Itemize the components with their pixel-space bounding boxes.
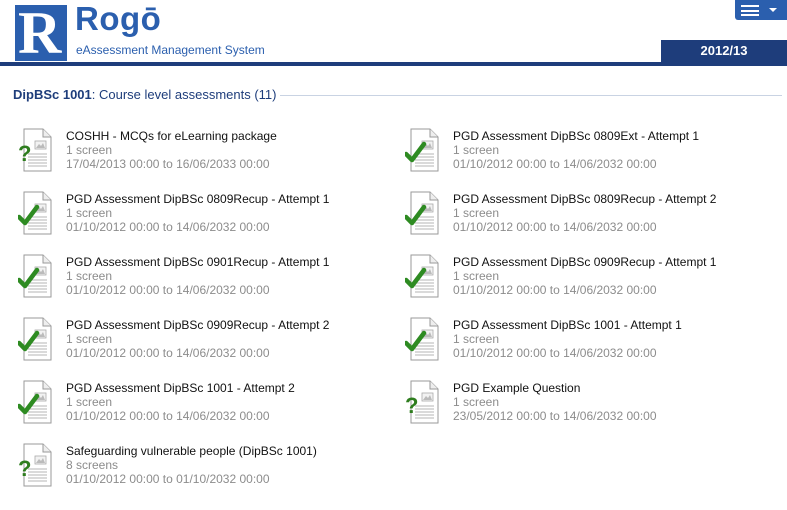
assessment-dates: 01/10/2012 00:00 to 14/06/2032 00:00: [66, 346, 270, 360]
assessment-title[interactable]: PGD Assessment DipBSc 0901Recup - Attemp…: [66, 255, 329, 269]
assessment-item[interactable]: ? PGD Example Question 1 screen 23/05/2012 …: [399, 380, 769, 440]
assessment-title[interactable]: PGD Assessment DipBSc 1001 - Attempt 1: [453, 318, 682, 332]
paper-question-icon: ?: [18, 443, 52, 487]
assessment-screens: 1 screen: [66, 143, 113, 157]
svg-text:?: ?: [405, 393, 418, 418]
assessment-item[interactable]: PGD Assessment DipBSc 1001 - Attempt 11 …: [399, 317, 769, 377]
academic-year-tab[interactable]: 2012/13: [661, 40, 787, 62]
paper-question-icon: ?: [18, 128, 52, 172]
assessment-title[interactable]: PGD Assessment DipBSc 0809Recup - Attemp…: [453, 192, 716, 206]
paper-checked-icon: [403, 254, 439, 298]
assessment-dates: 23/05/2012 00:00 to 14/06/2032 00:00: [453, 409, 657, 423]
assessment-title[interactable]: PGD Example Question: [453, 381, 580, 395]
module-code: DipBSc 1001: [13, 87, 92, 102]
assessment-title[interactable]: Safeguarding vulnerable people (DipBSc 1…: [66, 444, 317, 458]
assessment-title[interactable]: PGD Assessment DipBSc 0809Ext - Attempt …: [453, 129, 699, 143]
assessment-item[interactable]: PGD Assessment DipBSc 0809Recup - Attemp…: [12, 191, 382, 251]
assessment-title[interactable]: PGD Assessment DipBSc 0909Recup - Attemp…: [453, 255, 716, 269]
assessment-title[interactable]: COSHH - MCQs for eLearning package: [66, 129, 277, 143]
assessment-screens: 1 screen: [66, 269, 113, 283]
assessment-item[interactable]: PGD Assessment DipBSc 0901Recup - Attemp…: [12, 254, 382, 314]
assessment-item[interactable]: PGD Assessment DipBSc 0809Ext - Attempt …: [399, 128, 769, 188]
assessment-dates: 17/04/2013 00:00 to 16/06/2033 00:00: [66, 157, 270, 171]
assessment-screens: 1 screen: [66, 206, 113, 220]
assessment-dates: 01/10/2012 00:00 to 14/06/2032 00:00: [453, 346, 657, 360]
app-subtitle: eAssessment Management System: [76, 43, 265, 57]
section-title: DipBSc 1001: Course level assessments (1…: [13, 87, 276, 102]
assessment-dates: 01/10/2012 00:00 to 14/06/2032 00:00: [453, 283, 657, 297]
assessment-item[interactable]: PGD Assessment DipBSc 0909Recup - Attemp…: [12, 317, 382, 377]
logo-letter: R: [18, 0, 62, 66]
assessment-screens: 1 screen: [453, 332, 500, 346]
assessment-screens: 1 screen: [66, 332, 113, 346]
svg-text:?: ?: [18, 141, 31, 166]
section-title-rest: : Course level assessments (11): [91, 87, 277, 102]
assessment-screens: 1 screen: [453, 143, 500, 157]
assessment-dates: 01/10/2012 00:00 to 14/06/2032 00:00: [66, 283, 270, 297]
assessment-screens: 1 screen: [66, 395, 113, 409]
paper-checked-icon: [403, 317, 439, 361]
assessment-title[interactable]: PGD Assessment DipBSc 0809Recup - Attemp…: [66, 192, 329, 206]
assessment-dates: 01/10/2012 00:00 to 14/06/2032 00:00: [66, 220, 270, 234]
assessment-screens: 1 screen: [453, 269, 500, 283]
assessment-item[interactable]: ? COSHH - MCQs for eLearning package 1 scr…: [12, 128, 382, 188]
app-header: R Rogō eAssessment Management System 201…: [0, 0, 787, 66]
paper-checked-icon: [16, 317, 52, 361]
app-name: Rogō: [75, 0, 162, 37]
assessment-item[interactable]: ? Safeguarding vulnerable people (DipBSc …: [12, 443, 382, 503]
caret-down-icon: [769, 8, 777, 12]
assessment-dates: 01/10/2012 00:00 to 14/06/2032 00:00: [66, 409, 270, 423]
rogo-logo: R: [15, 1, 67, 65]
assessment-item[interactable]: PGD Assessment DipBSc 0909Recup - Attemp…: [399, 254, 769, 314]
assessment-screens: 1 screen: [453, 395, 500, 409]
paper-checked-icon: [403, 191, 439, 235]
paper-checked-icon: [16, 254, 52, 298]
assessment-dates: 01/10/2012 00:00 to 01/10/2032 00:00: [66, 472, 270, 486]
paper-checked-icon: [16, 380, 52, 424]
assessment-item[interactable]: PGD Assessment DipBSc 0809Recup - Attemp…: [399, 191, 769, 251]
assessment-title[interactable]: PGD Assessment DipBSc 1001 - Attempt 2: [66, 381, 295, 395]
assessment-dates: 01/10/2012 00:00 to 14/06/2032 00:00: [453, 220, 657, 234]
main-menu-button[interactable]: [735, 0, 787, 20]
svg-text:?: ?: [18, 456, 31, 481]
paper-checked-icon: [403, 128, 439, 172]
section-divider: [280, 95, 782, 96]
paper-checked-icon: [16, 191, 52, 235]
assessment-dates: 01/10/2012 00:00 to 14/06/2032 00:00: [453, 157, 657, 171]
assessment-item[interactable]: PGD Assessment DipBSc 1001 - Attempt 21 …: [12, 380, 382, 440]
assessment-title[interactable]: PGD Assessment DipBSc 0909Recup - Attemp…: [66, 318, 329, 332]
assessment-screens: 8 screens: [66, 458, 119, 472]
hamburger-icon: [741, 5, 759, 16]
assessment-screens: 1 screen: [453, 206, 500, 220]
paper-question-icon: ?: [405, 380, 439, 424]
